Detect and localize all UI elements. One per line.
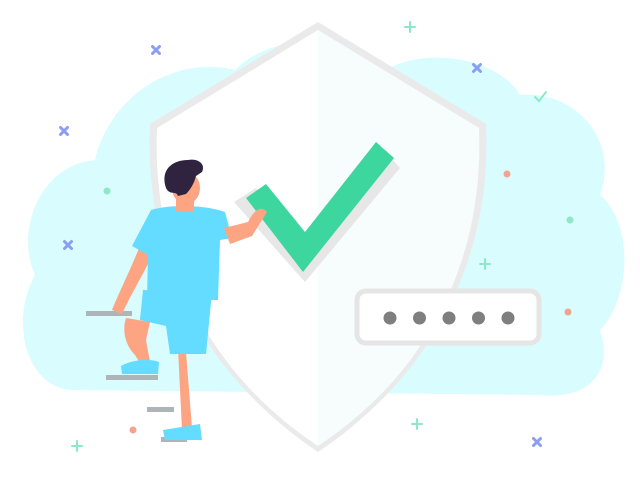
sparkle-dot — [566, 216, 574, 224]
sparkle-dot — [564, 308, 572, 316]
sparkle-dot — [103, 187, 111, 195]
sparkle-plus — [71, 440, 83, 452]
sparkle-cross — [59, 126, 69, 136]
sparkle-plus — [404, 21, 416, 33]
password-dot — [442, 311, 456, 325]
sparkle-cross — [151, 45, 161, 55]
sparkle-dot — [503, 170, 511, 178]
password-dot — [472, 311, 485, 325]
stair-step — [86, 311, 132, 316]
stair-step — [106, 375, 158, 380]
password-dot — [413, 311, 426, 325]
sparkle-plus — [411, 418, 423, 430]
sparkle-dot — [129, 426, 137, 434]
password-dot — [383, 311, 397, 325]
password-field-icon — [354, 288, 542, 346]
security-illustration — [22, 21, 625, 452]
password-dot — [501, 311, 515, 325]
stair-step — [147, 407, 174, 412]
sparkle-cross — [532, 437, 542, 447]
